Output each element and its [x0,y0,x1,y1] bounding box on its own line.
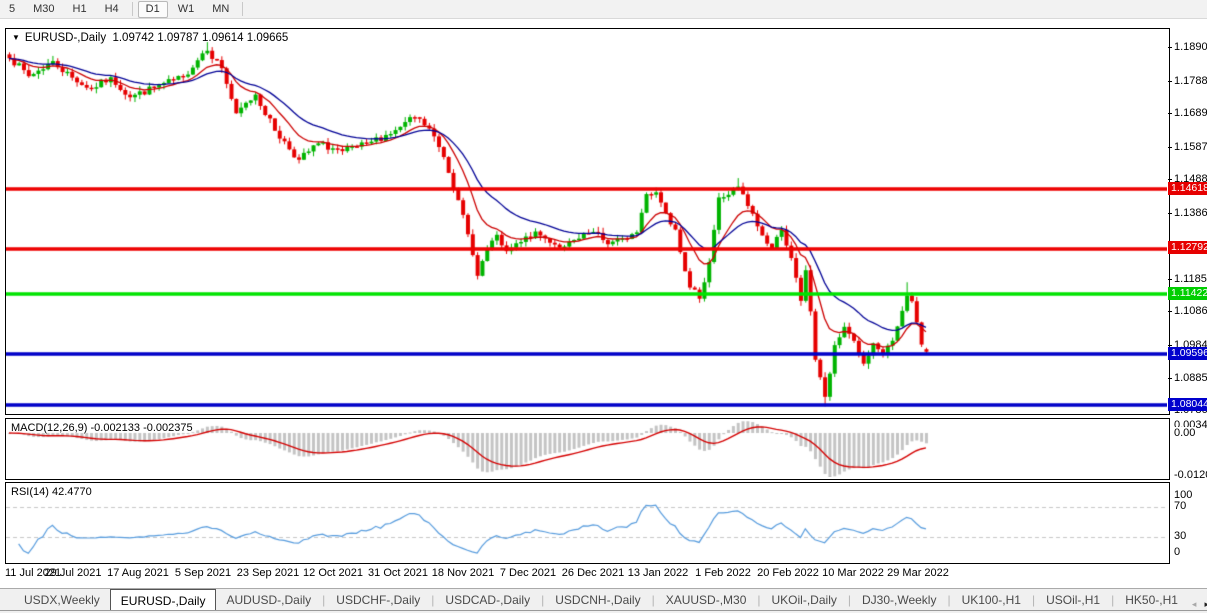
price-axis-label: 1.15870 [1174,141,1207,153]
chart-tab-uk100-h1[interactable]: UK100-,H1 [952,590,1031,610]
toolbar-separator [132,2,133,16]
price-axis: 1.189001.178801.168901.158701.148801.138… [1168,0,1207,613]
rsi-canvas[interactable] [6,483,1167,561]
date-axis-label: 7 Dec 2021 [500,567,556,579]
chart-tab-eurusd-daily[interactable]: EURUSD-,Daily [110,589,217,611]
axis-tick [1168,147,1172,148]
price-axis-label: 1.13860 [1174,207,1207,219]
toolbar-separator [242,2,243,16]
rsi-axis-label: 70 [1174,500,1186,512]
chart-tab-audusd-daily[interactable]: AUDUSD-,Daily [216,590,321,610]
chart-tab-ukoil-daily[interactable]: UKOil-,Daily [762,590,847,610]
date-axis-label: 18 Nov 2021 [432,567,494,579]
chart-tab-xauusd-m30[interactable]: XAUUSD-,M30 [656,590,757,610]
date-axis-label: 29 Mar 2022 [887,567,949,579]
price-chart-pane: ▼ EURUSD-,Daily 1.09742 1.09787 1.09614 1… [5,28,1170,415]
date-axis-label: 20 Feb 2022 [757,567,819,579]
date-axis-label: 26 Dec 2021 [562,567,624,579]
tab-scroll-left-icon[interactable]: ◂ [1188,599,1201,610]
price-line-tag: 1.12792 [1168,241,1207,254]
axis-tick [1168,378,1172,379]
timeframe-button-h4[interactable]: H4 [97,1,127,18]
axis-tick [1168,311,1172,312]
axis-tick [1168,345,1172,346]
chart-header: ▼ EURUSD-,Daily 1.09742 1.09787 1.09614 1… [12,32,288,44]
macd-label: MACD(12,26,9) -0.002133 -0.002375 [11,422,193,434]
timeframe-toolbar: 5M30H1H4 D1W1MN [0,0,1207,19]
date-axis-label: 31 Oct 2021 [368,567,428,579]
tab-scroll-right-icon[interactable]: ▸ [1200,599,1207,610]
rsi-axis-label: 30 [1174,530,1186,542]
chart-tab-usdchf-daily[interactable]: USDCHF-,Daily [326,590,430,610]
macd-axis-label: -0.012058 [1174,469,1207,481]
date-axis-label: 13 Jan 2022 [628,567,689,579]
axis-tick [1168,81,1172,82]
axis-tick [1168,47,1172,48]
chart-dropdown-icon[interactable]: ▼ [12,33,20,42]
price-axis-label: 1.16890 [1174,107,1207,119]
price-axis-label: 1.10860 [1174,305,1207,317]
date-axis-label: 17 Aug 2021 [107,567,169,579]
chart-tab-hk50-h1[interactable]: HK50-,H1 [1115,590,1188,610]
price-axis-label: 1.08850 [1174,372,1207,384]
timeframe-button-d1[interactable]: D1 [138,1,168,18]
chart-symbol-label: EURUSD-,Daily [25,32,106,44]
timeframe-button-5[interactable]: 5 [1,1,23,18]
price-line-tag: 1.09596 [1168,347,1207,360]
chart-tab-bar: USDX,WeeklyEURUSD-,DailyAUDUSD-,Daily|US… [0,588,1207,610]
timeframe-button-mn[interactable]: MN [204,1,237,18]
chart-tab-usdcad-daily[interactable]: USDCAD-,Daily [435,590,540,610]
axis-tick [1168,113,1172,114]
price-axis-label: 1.17880 [1174,75,1207,87]
date-axis-label: 1 Feb 2022 [695,567,751,579]
chart-tab-usoil-h1[interactable]: USOil-,H1 [1036,590,1110,610]
chart-tab-usdcnh-daily[interactable]: USDCNH-,Daily [545,590,650,610]
rsi-axis-label: 0 [1174,546,1180,558]
timeframe-button-h1[interactable]: H1 [65,1,95,18]
macd-pane: MACD(12,26,9) -0.002133 -0.002375 [5,418,1170,480]
price-line-tag: 1.08044 [1168,398,1207,411]
price-line-tag: 1.14618 [1168,182,1207,195]
axis-tick [1168,279,1172,280]
chart-tab-dj30-weekly[interactable]: DJ30-,Weekly [852,590,946,610]
terminal-window: 5M30H1H4 D1W1MN ▼ EURUSD-,Daily 1.09742 1.… [0,0,1207,613]
rsi-pane: RSI(14) 42.4770 [5,482,1170,564]
date-axis-label: 23 Sep 2021 [237,567,299,579]
date-axis-label: 10 Mar 2022 [822,567,884,579]
date-axis-label: 12 Oct 2021 [303,567,363,579]
rsi-label: RSI(14) 42.4770 [11,486,92,498]
timeframe-button-m30[interactable]: M30 [25,1,62,18]
date-axis-label: 29 Jul 2021 [45,567,102,579]
axis-tick [1168,179,1172,180]
macd-axis-label: 0.00 [1174,427,1195,439]
chart-tab-usdx-weekly[interactable]: USDX,Weekly [14,590,110,610]
price-chart-canvas[interactable] [6,29,1167,412]
axis-tick [1168,213,1172,214]
price-line-tag: 1.11422 [1168,287,1207,300]
price-axis-label: 1.18900 [1174,41,1207,53]
chart-ohlc-values: 1.09742 1.09787 1.09614 1.09665 [112,32,288,44]
date-axis: 11 Jul 202129 Jul 202117 Aug 20215 Sep 2… [5,565,1168,585]
timeframe-button-w1[interactable]: W1 [170,1,203,18]
price-axis-label: 1.11850 [1174,273,1207,285]
date-axis-label: 5 Sep 2021 [175,567,231,579]
